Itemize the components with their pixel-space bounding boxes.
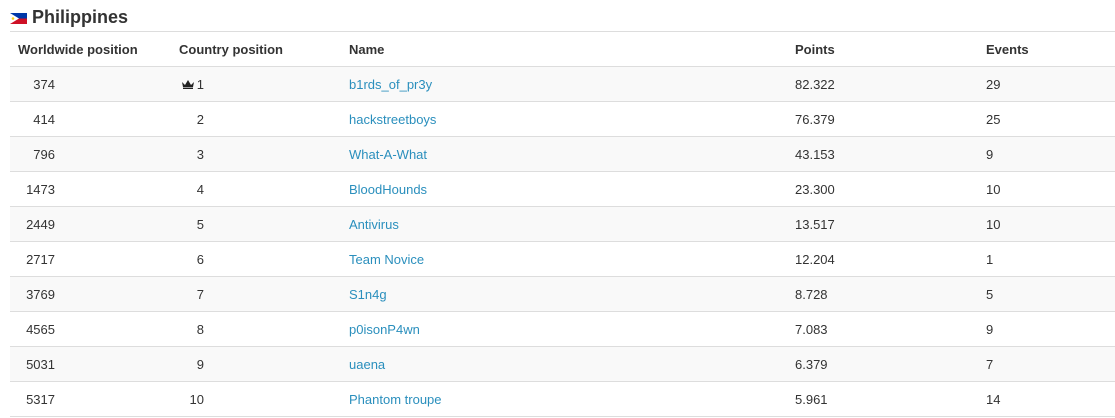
country-position-value: 7 <box>196 286 204 302</box>
events-cell: 7 <box>986 346 1115 382</box>
country-position-value: 4 <box>196 181 204 197</box>
team-name-cell: hackstreetboys <box>349 101 795 137</box>
country-heading: Philippines <box>10 5 128 29</box>
crown-icon <box>181 79 194 89</box>
points-cell: 5.961 <box>795 381 986 417</box>
country-position-value: 10 <box>189 391 204 407</box>
col-country-position: Country position <box>160 31 349 67</box>
team-name-cell: uaena <box>349 346 795 382</box>
team-name-cell: What-A-What <box>349 136 795 172</box>
table-row: 1473 4 BloodHounds 23.300 10 <box>10 171 1115 207</box>
team-link[interactable]: Team Novice <box>349 252 424 267</box>
table-row: 3769 7 S1n4g 8.728 5 <box>10 276 1115 312</box>
events-cell: 9 <box>986 136 1115 172</box>
country-position-value: 9 <box>196 356 204 372</box>
team-link[interactable]: S1n4g <box>349 287 387 302</box>
team-link[interactable]: uaena <box>349 357 385 372</box>
events-cell: 29 <box>986 66 1115 102</box>
country-position-cell: 8 <box>160 311 349 347</box>
worldwide-position-cell: 4565 <box>10 311 160 347</box>
events-cell: 25 <box>986 101 1115 137</box>
points-cell: 76.379 <box>795 101 986 137</box>
team-name-cell: Team Novice <box>349 241 795 277</box>
worldwide-position-cell: 3769 <box>10 276 160 312</box>
events-cell: 14 <box>986 381 1115 417</box>
philippines-flag-icon <box>10 12 27 24</box>
team-link[interactable]: hackstreetboys <box>349 112 436 127</box>
country-position-cell: 9 <box>160 346 349 382</box>
events-cell: 5 <box>986 276 1115 312</box>
table-row: 2717 6 Team Novice 12.204 1 <box>10 241 1115 277</box>
table-row: 796 3 What-A-What 43.153 9 <box>10 136 1115 172</box>
team-name-cell: b1rds_of_pr3y <box>349 66 795 102</box>
country-position-cell: 6 <box>160 241 349 277</box>
col-worldwide-position: Worldwide position <box>10 31 160 67</box>
table-row: 5031 9 uaena 6.379 7 <box>10 346 1115 382</box>
table-row: 2449 5 Antivirus 13.517 10 <box>10 206 1115 242</box>
points-cell: 12.204 <box>795 241 986 277</box>
country-position-value: 8 <box>196 321 204 337</box>
points-cell: 8.728 <box>795 276 986 312</box>
worldwide-position-cell: 5031 <box>10 346 160 382</box>
country-position-cell: 2 <box>160 101 349 137</box>
worldwide-position-cell: 2717 <box>10 241 160 277</box>
country-position-value: 1 <box>196 76 204 92</box>
table-row: 374 1 b1rds_of_pr3y 82.322 29 <box>10 66 1115 102</box>
team-link[interactable]: b1rds_of_pr3y <box>349 77 432 92</box>
country-position-value: 3 <box>196 146 204 162</box>
table-row: 4565 8 p0isonP4wn 7.083 9 <box>10 311 1115 347</box>
country-position-cell: 3 <box>160 136 349 172</box>
events-cell: 1 <box>986 241 1115 277</box>
team-link[interactable]: What-A-What <box>349 147 427 162</box>
events-cell: 10 <box>986 171 1115 207</box>
table-header-row: Worldwide position Country position Name… <box>10 31 1115 67</box>
country-position-value: 6 <box>196 251 204 267</box>
points-cell: 82.322 <box>795 66 986 102</box>
country-position-cell: 7 <box>160 276 349 312</box>
country-position-value: 2 <box>196 111 204 127</box>
worldwide-position-cell: 414 <box>10 101 160 137</box>
country-ranking-table: Worldwide position Country position Name… <box>10 31 1115 417</box>
points-cell: 6.379 <box>795 346 986 382</box>
points-cell: 13.517 <box>795 206 986 242</box>
team-name-cell: Phantom troupe <box>349 381 795 417</box>
country-title: Philippines <box>32 6 129 27</box>
country-position-value: 5 <box>196 216 204 232</box>
worldwide-position-cell: 1473 <box>10 171 160 207</box>
country-position-cell: 1 <box>160 66 349 102</box>
worldwide-position-cell: 2449 <box>10 206 160 242</box>
table-row: 414 2 hackstreetboys 76.379 25 <box>10 101 1115 137</box>
team-name-cell: Antivirus <box>349 206 795 242</box>
points-cell: 23.300 <box>795 171 986 207</box>
team-link[interactable]: BloodHounds <box>349 182 427 197</box>
worldwide-position-cell: 5317 <box>10 381 160 417</box>
events-cell: 10 <box>986 206 1115 242</box>
team-link[interactable]: p0isonP4wn <box>349 322 420 337</box>
country-position-cell: 4 <box>160 171 349 207</box>
events-cell: 9 <box>986 311 1115 347</box>
team-name-cell: S1n4g <box>349 276 795 312</box>
team-name-cell: p0isonP4wn <box>349 311 795 347</box>
worldwide-position-cell: 374 <box>10 66 160 102</box>
team-name-cell: BloodHounds <box>349 171 795 207</box>
col-events: Events <box>986 31 1115 67</box>
col-points: Points <box>795 31 986 67</box>
team-link[interactable]: Phantom troupe <box>349 392 442 407</box>
points-cell: 43.153 <box>795 136 986 172</box>
points-cell: 7.083 <box>795 311 986 347</box>
team-link[interactable]: Antivirus <box>349 217 399 232</box>
worldwide-position-cell: 796 <box>10 136 160 172</box>
col-name: Name <box>349 31 795 67</box>
country-position-cell: 5 <box>160 206 349 242</box>
table-row: 5317 10 Phantom troupe 5.961 14 <box>10 381 1115 417</box>
country-position-cell: 10 <box>160 381 349 417</box>
